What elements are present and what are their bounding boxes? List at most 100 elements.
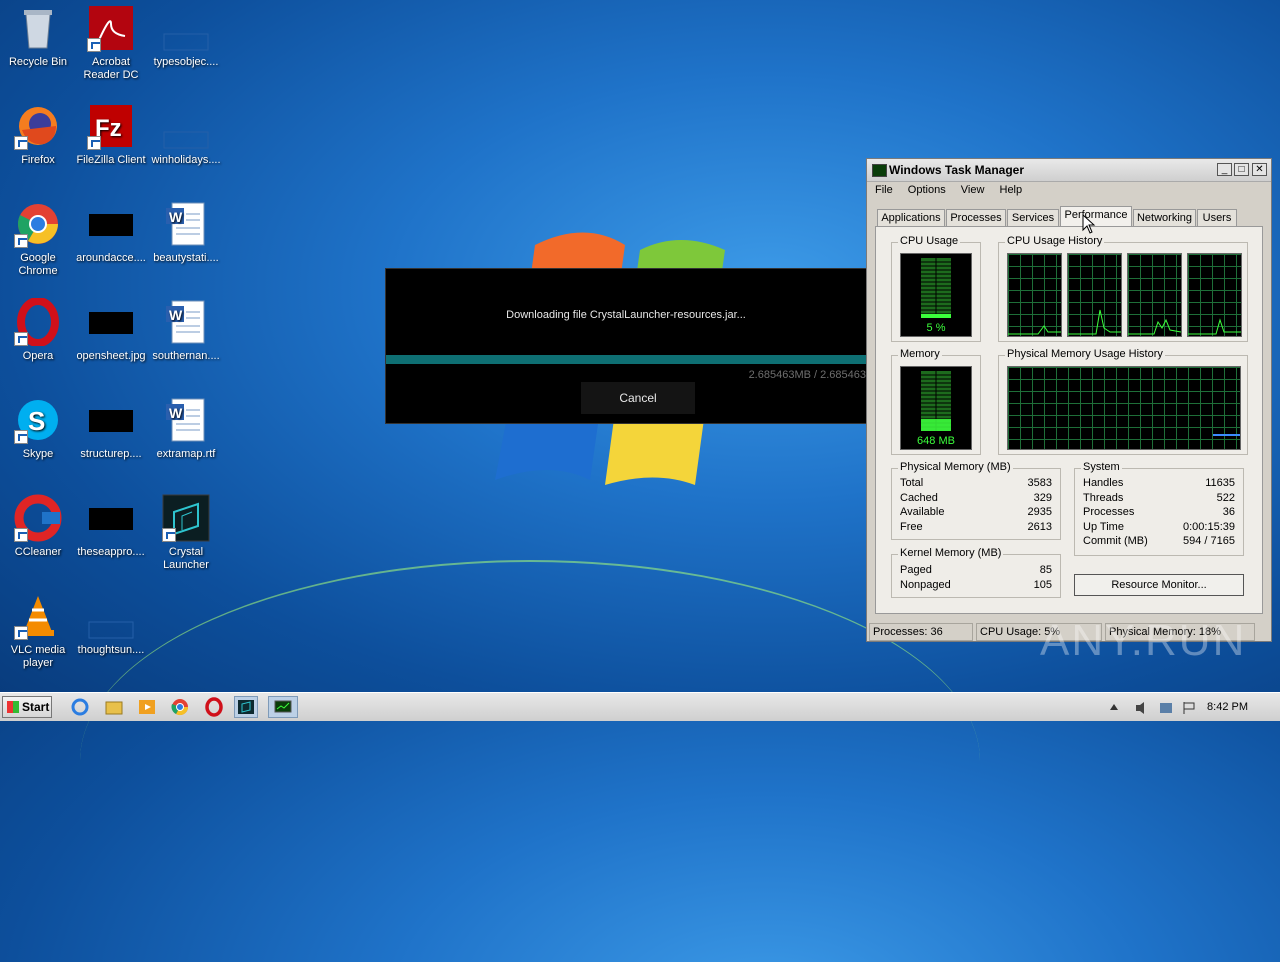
maximize-button[interactable]: □ (1234, 163, 1249, 176)
tab-networking[interactable]: Networking (1133, 209, 1196, 227)
memory-label: Memory (898, 348, 942, 360)
stat-key: Handles (1083, 477, 1124, 489)
watermark: ANY.RUN (1040, 616, 1247, 665)
desktop-icon[interactable]: VLC media player (0, 592, 76, 670)
wallpaper-swoosh (80, 560, 980, 962)
desktop-icon[interactable]: Firefox (0, 102, 76, 167)
skype-icon: S (14, 396, 62, 444)
cpu-usage-meter: 5 % (900, 253, 972, 337)
desktop-icon-label: aroundacce.... (76, 252, 146, 264)
desktop-icon[interactable]: S Skype (0, 396, 76, 461)
stat-row: Available 2935 (900, 506, 1052, 520)
tab-users[interactable]: Users (1197, 209, 1237, 227)
stat-value: 2935 (1027, 506, 1052, 518)
stat-row: Handles 11635 (1083, 477, 1235, 491)
word-doc-icon: W (162, 396, 210, 444)
cpu-meter-bars (921, 258, 951, 318)
task-manager-icon[interactable] (268, 696, 298, 718)
ie-icon[interactable] (68, 696, 92, 718)
start-label: Start (22, 700, 50, 714)
memory-meter: 648 MB (900, 366, 972, 450)
download-dialog: Downloading file CrystalLauncher-resourc… (385, 268, 867, 424)
menu-bar: File Options View Help (875, 184, 1034, 196)
stat-key: Paged (900, 564, 932, 576)
desktop-icon[interactable]: typesobjec.... (148, 4, 224, 69)
stat-key: Commit (MB) (1083, 535, 1148, 547)
crystal-launcher-icon[interactable] (234, 696, 258, 718)
taskbar: Start 8:42 PM (0, 692, 1280, 721)
desktop-icon[interactable]: thoughtsun.... (73, 592, 149, 657)
desktop-icon[interactable]: Google Chrome (0, 200, 76, 278)
cpu-history-group: CPU Usage History (998, 235, 1248, 342)
resource-monitor-button[interactable]: Resource Monitor... (1074, 574, 1244, 596)
desktop-icon[interactable]: Wsouthernan.... (148, 298, 224, 363)
stat-row: Commit (MB) 594 / 7165 (1083, 535, 1235, 549)
tab-services[interactable]: Services (1007, 209, 1059, 227)
cpu-usage-value: 5 % (926, 322, 946, 334)
desktop-icon-label: southernan.... (152, 350, 220, 362)
stat-key: Cached (900, 492, 938, 504)
word-doc-icon: W (162, 200, 210, 248)
menu-file[interactable]: File (875, 184, 893, 196)
chrome-icon (14, 200, 62, 248)
stat-row: Nonpaged 105 (900, 579, 1052, 593)
desktop-icon[interactable]: theseappro.... (73, 494, 149, 559)
stat-value: 36 (1222, 506, 1235, 518)
chrome-icon[interactable] (168, 696, 192, 718)
desktop-icon[interactable]: Crystal Launcher (148, 494, 224, 572)
stat-key: Total (900, 477, 924, 489)
shortcut-arrow-icon (14, 234, 28, 248)
blank-file-icon (162, 102, 210, 150)
tab-performance[interactable]: Performance (1060, 206, 1132, 228)
clock[interactable]: 8:42 PM (1207, 701, 1248, 713)
menu-help[interactable]: Help (1000, 184, 1023, 196)
download-message: Downloading file CrystalLauncher-resourc… (506, 309, 746, 321)
tab-processes[interactable]: Processes (946, 209, 1006, 227)
desktop-icon-label: CCleaner (14, 546, 62, 558)
svg-text:W: W (169, 209, 183, 225)
minimize-button[interactable]: _ (1217, 163, 1232, 176)
title-bar[interactable]: Windows Task Manager _ □ ✕ (867, 159, 1271, 182)
desktop-icon[interactable]: aroundacce.... (73, 200, 149, 265)
stat-row: Up Time 0:00:15:39 (1083, 521, 1235, 535)
menu-options[interactable]: Options (908, 184, 946, 196)
menu-view[interactable]: View (961, 184, 985, 196)
desktop-icon-label: Firefox (21, 154, 55, 166)
desktop-icon[interactable]: Wbeautystati.... (148, 200, 224, 265)
desktop-icon[interactable]: opensheet.jpg (73, 298, 149, 363)
cpu-history-graph (1007, 253, 1062, 337)
close-button[interactable]: ✕ (1252, 163, 1267, 176)
black-thumbnail-icon (87, 200, 135, 248)
desktop-icon[interactable]: Recycle Bin (0, 4, 76, 69)
shortcut-arrow-icon (87, 38, 101, 52)
stat-key: Available (900, 506, 945, 518)
desktop-icon-label: opensheet.jpg (76, 350, 146, 362)
kernel-memory-caption: Kernel Memory (MB) (898, 547, 1004, 559)
firefox-icon (14, 102, 62, 150)
performance-panel: CPU Usage 5 % CPU Usage History Memory 6… (875, 226, 1263, 614)
media-player-icon[interactable] (135, 696, 159, 718)
flag-icon (1183, 702, 1195, 714)
system-tray[interactable] (1108, 700, 1218, 716)
explorer-icon[interactable] (102, 696, 126, 718)
desktop-icon[interactable]: Wextramap.rtf (148, 396, 224, 461)
cancel-button[interactable]: Cancel (581, 382, 695, 414)
desktop-icon[interactable]: Opera (0, 297, 76, 363)
desktop-icon[interactable]: CCleaner (0, 494, 76, 559)
desktop-icon-label: extramap.rtf (156, 448, 216, 460)
desktop-icon[interactable]: winholidays.... (148, 102, 224, 167)
desktop-icon[interactable]: structurep.... (73, 396, 149, 461)
start-button[interactable]: Start (2, 696, 52, 718)
network-icon (1160, 703, 1172, 713)
desktop-icon[interactable]: Fz FileZilla Client (73, 102, 149, 167)
kernel-memory-group: Kernel Memory (MB) Paged 85 Nonpaged 105 (891, 547, 1061, 598)
tab-applications[interactable]: Applications (877, 209, 945, 227)
stat-row: Cached 329 (900, 492, 1052, 506)
shortcut-arrow-icon (14, 430, 28, 444)
desktop-icon[interactable]: Acrobat Reader DC (73, 4, 149, 82)
stat-row: Free 2613 (900, 521, 1052, 535)
stat-key: Up Time (1083, 521, 1124, 533)
word-doc-icon: W (162, 298, 210, 346)
task-manager-icon (872, 164, 887, 177)
opera-icon[interactable] (202, 696, 226, 718)
